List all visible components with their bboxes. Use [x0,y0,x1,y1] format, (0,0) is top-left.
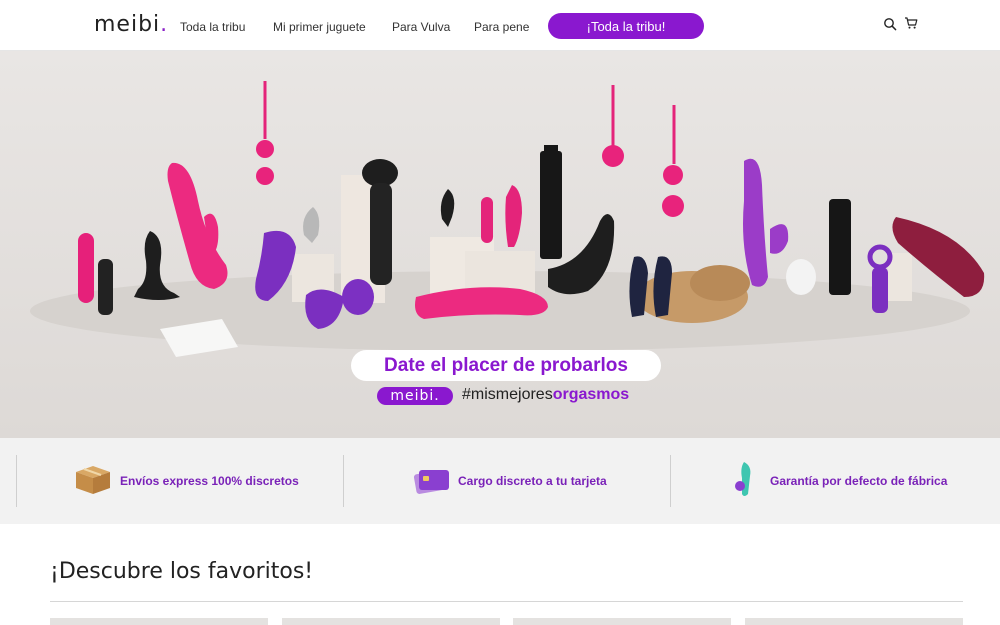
hero-headline: Date el placer de probarlos [351,350,661,381]
card-icon [413,470,449,494]
logo[interactable]: meibi. [94,12,168,37]
nav-mi-primer-juguete[interactable]: Mi primer juguete [273,20,366,34]
hero-banner[interactable]: Date el placer de probarlos meibi. #mism… [0,51,1000,438]
favorites-title: ¡Descubre los favoritos! [50,559,314,584]
benefit-text-envios: Envíos express 100% discretos [120,474,299,488]
benefit-text-garantia: Garantía por defecto de fábrica [770,474,948,488]
divider [670,455,671,507]
benefit-text-cargo: Cargo discreto a tu tarjeta [458,474,607,488]
benefits-bar: Envíos express 100% discretos Cargo disc… [0,438,1000,524]
hero-hashtag: #mismejoresorgasmos [462,386,629,404]
nav-para-pene[interactable]: Para pene [474,20,529,34]
divider [16,455,17,507]
hero-brand-pill: meibi. [377,387,453,405]
toda-la-tribu-button[interactable]: ¡Toda la tribu! [548,13,704,39]
nav-para-vulva[interactable]: Para Vulva [392,20,450,34]
product-card[interactable] [745,618,963,625]
hashtag-prefix: #mismejores [462,386,553,403]
search-icon[interactable] [883,17,897,31]
toy-icon [735,462,751,496]
product-card[interactable] [513,618,731,625]
cart-icon[interactable] [904,16,918,30]
hashtag-strong: orgasmos [552,386,630,403]
box-icon [76,466,110,494]
nav-toda-la-tribu[interactable]: Toda la tribu [180,20,245,34]
divider [50,601,963,602]
product-card[interactable] [50,618,268,625]
product-card[interactable] [282,618,500,625]
site-header: meibi. Toda la tribu Mi primer juguete P… [0,0,1000,51]
divider [343,455,344,507]
